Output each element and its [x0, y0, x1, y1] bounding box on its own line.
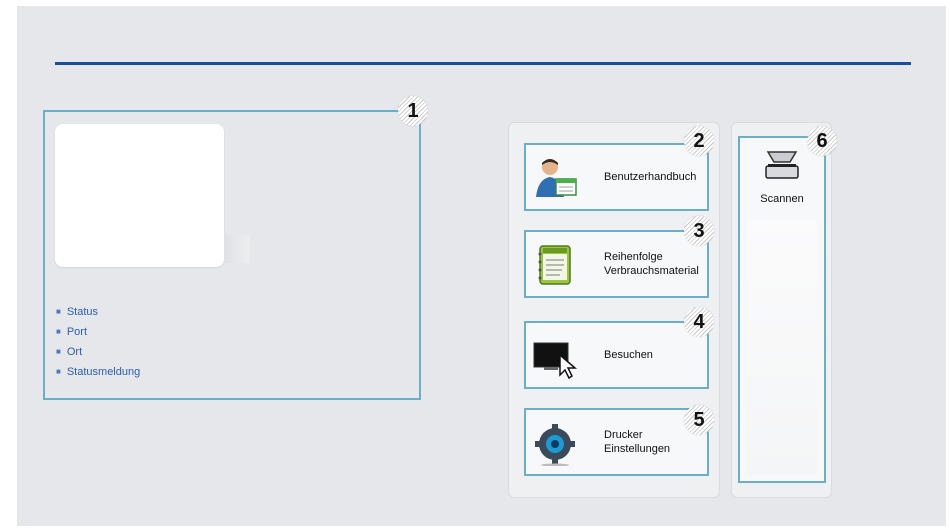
user-manual-icon	[532, 155, 578, 201]
info-item-status-message[interactable]: ■ Statusmeldung	[56, 362, 140, 382]
order-supplies-label: Reihenfolge Verbrauchsmaterial	[604, 251, 699, 277]
user-manual-label: Benutzerhandbuch	[604, 171, 697, 183]
info-item-port[interactable]: ■ Port	[56, 322, 140, 342]
printer-settings-button[interactable]: Drucker Einstellungen	[524, 408, 709, 476]
visit-button[interactable]: Besuchen	[524, 321, 709, 389]
callout-badge-5: 5	[684, 405, 714, 435]
callout-badge-1: 1	[398, 96, 428, 126]
printer-settings-label: Drucker Einstellungen	[604, 429, 671, 455]
header-divider	[55, 62, 911, 65]
printer-info-list: ■ Status ■ Port ■ Ort ■ Statusmeldung	[56, 302, 140, 382]
order-notebook-icon	[532, 242, 578, 288]
scan-preview-area	[747, 220, 817, 475]
callout-badge-4: 4	[684, 307, 714, 337]
callout-badge-6: 6	[807, 126, 837, 156]
scan-label: Scannen	[760, 193, 804, 205]
visit-label: Besuchen	[604, 349, 653, 361]
scanner-icon	[762, 148, 802, 184]
order-supplies-button[interactable]: Reihenfolge Verbrauchsmaterial	[524, 230, 709, 298]
scan-button[interactable]: Scannen	[738, 136, 826, 483]
info-item-status[interactable]: ■ Status	[56, 302, 140, 322]
printer-image	[55, 124, 250, 267]
info-item-location[interactable]: ■ Ort	[56, 342, 140, 362]
callout-badge-2: 2	[684, 126, 714, 156]
printer-settings-gear-icon	[532, 420, 578, 467]
user-manual-button[interactable]: Benutzerhandbuch	[524, 143, 709, 211]
callout-badge-3: 3	[684, 216, 714, 246]
monitor-cursor-icon	[532, 333, 578, 380]
